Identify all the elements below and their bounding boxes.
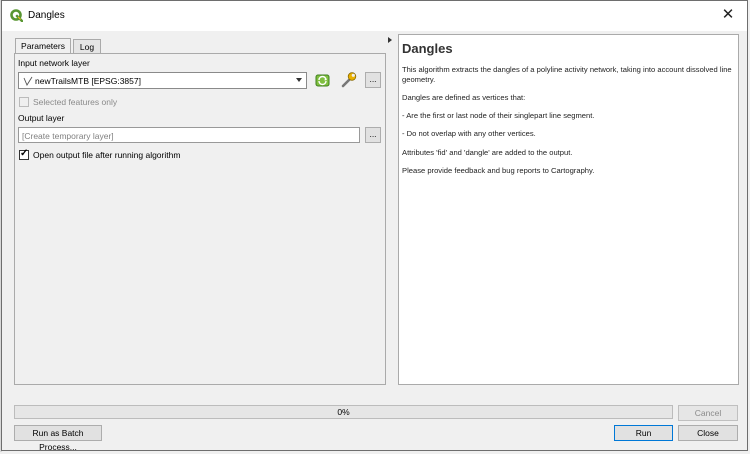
cancel-button[interactable]: Cancel [678,405,738,421]
close-button[interactable]: Close [678,425,738,441]
input-browse-label: ... [369,74,377,84]
line-layer-icon [23,76,33,86]
input-layer-value: newTrailsMTB [EPSG:3857] [35,76,141,86]
help-paragraph: Attributes 'fid' and 'dangle' are added … [402,148,573,157]
iterate-icon[interactable] [314,72,331,89]
help-paragraph: - Do not overlap with any other vertices… [402,129,536,138]
help-paragraph: Please provide feedback and bug reports … [402,166,595,175]
tab-parameters[interactable]: Parameters [15,38,71,54]
help-paragraph: Dangles are defined as vertices that: [402,93,526,102]
close-label: Close [697,428,719,438]
open-output-label: Open output file after running algorithm [33,150,181,160]
help-panel: Dangles This algorithm extracts the dang… [398,34,739,385]
checkmark-icon: ✓ [20,148,29,159]
selected-features-label: Selected features only [33,97,118,107]
wrench-icon[interactable] [340,71,358,89]
run-batch-label: Run as Batch Process... [32,428,84,452]
parameters-panel: Input network layer newTrailsMTB [EPSG:3… [14,53,386,385]
tab-log[interactable]: Log [73,39,101,53]
progress-bar: 0% [14,405,673,419]
input-browse-button[interactable]: ... [365,72,381,88]
dangles-dialog: Dangles ✕ Parameters Log Input network l… [1,0,748,452]
run-label: Run [635,428,652,438]
output-browse-button[interactable]: ... [365,127,381,143]
qgis-logo-icon [10,9,23,22]
output-layer-field[interactable]: [Create temporary layer] [18,127,360,143]
close-window-button[interactable]: ✕ [719,6,737,24]
open-output-checkbox[interactable]: ✓ [19,148,29,160]
window-title: Dangles [28,10,65,21]
tab-log-label: Log [79,42,95,52]
progress-text: 0% [337,407,350,417]
output-browse-label: ... [369,129,377,139]
tab-parameters-label: Parameters [21,41,65,51]
cancel-label: Cancel [694,408,722,418]
collapse-arrow-icon[interactable] [388,37,392,43]
help-paragraph: This algorithm extracts the dangles of a… [402,65,732,84]
input-layer-select[interactable]: newTrailsMTB [EPSG:3857] [18,72,307,89]
selected-features-checkbox[interactable] [19,97,29,107]
help-paragraph: - Are the first or last node of their si… [402,111,595,120]
output-layer-label: Output layer [18,113,65,123]
close-icon: ✕ [721,6,735,23]
run-button[interactable]: Run [614,425,673,441]
help-title: Dangles [402,41,453,56]
chevron-down-icon [296,78,302,82]
run-batch-button[interactable]: Run as Batch Process... [14,425,102,452]
output-layer-placeholder: [Create temporary layer] [22,131,114,141]
title-bar: Dangles ✕ [2,1,747,31]
input-layer-label: Input network layer [18,58,90,68]
